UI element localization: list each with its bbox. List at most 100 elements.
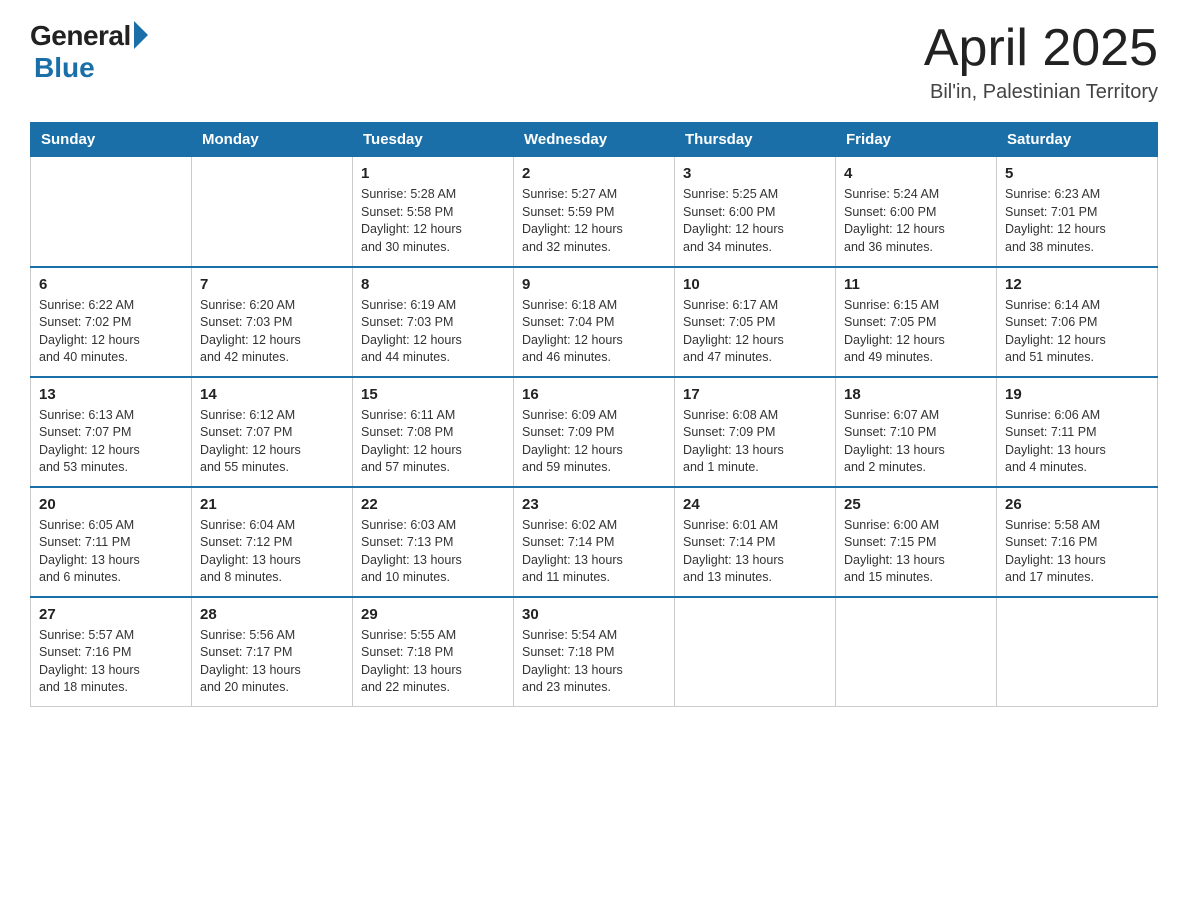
calendar-cell: 28Sunrise: 5:56 AM Sunset: 7:17 PM Dayli…	[192, 597, 353, 707]
calendar-table: SundayMondayTuesdayWednesdayThursdayFrid…	[30, 122, 1158, 707]
day-number: 1	[361, 163, 505, 184]
calendar-cell	[675, 597, 836, 707]
day-number: 7	[200, 274, 344, 295]
calendar-week-row: 20Sunrise: 6:05 AM Sunset: 7:11 PM Dayli…	[31, 487, 1158, 597]
day-info: Sunrise: 6:19 AM Sunset: 7:03 PM Dayligh…	[361, 297, 505, 367]
day-of-week-header: Sunday	[31, 123, 192, 157]
calendar-week-row: 6Sunrise: 6:22 AM Sunset: 7:02 PM Daylig…	[31, 267, 1158, 377]
day-of-week-header: Wednesday	[514, 123, 675, 157]
calendar-cell: 19Sunrise: 6:06 AM Sunset: 7:11 PM Dayli…	[997, 377, 1158, 487]
day-number: 2	[522, 163, 666, 184]
day-number: 19	[1005, 384, 1149, 405]
calendar-cell: 21Sunrise: 6:04 AM Sunset: 7:12 PM Dayli…	[192, 487, 353, 597]
calendar-cell: 17Sunrise: 6:08 AM Sunset: 7:09 PM Dayli…	[675, 377, 836, 487]
calendar-cell: 23Sunrise: 6:02 AM Sunset: 7:14 PM Dayli…	[514, 487, 675, 597]
title-block: April 2025 Bil'in, Palestinian Territory	[924, 20, 1158, 104]
day-number: 8	[361, 274, 505, 295]
day-of-week-header: Friday	[836, 123, 997, 157]
day-info: Sunrise: 6:05 AM Sunset: 7:11 PM Dayligh…	[39, 517, 183, 587]
logo-general-text: General	[30, 20, 131, 52]
calendar-cell	[997, 597, 1158, 707]
day-info: Sunrise: 6:20 AM Sunset: 7:03 PM Dayligh…	[200, 297, 344, 367]
day-number: 25	[844, 494, 988, 515]
day-info: Sunrise: 5:28 AM Sunset: 5:58 PM Dayligh…	[361, 186, 505, 256]
day-of-week-header: Tuesday	[353, 123, 514, 157]
calendar-cell: 6Sunrise: 6:22 AM Sunset: 7:02 PM Daylig…	[31, 267, 192, 377]
day-info: Sunrise: 5:24 AM Sunset: 6:00 PM Dayligh…	[844, 186, 988, 256]
day-number: 4	[844, 163, 988, 184]
calendar-cell: 10Sunrise: 6:17 AM Sunset: 7:05 PM Dayli…	[675, 267, 836, 377]
day-info: Sunrise: 5:25 AM Sunset: 6:00 PM Dayligh…	[683, 186, 827, 256]
day-number: 27	[39, 604, 183, 625]
day-of-week-header: Thursday	[675, 123, 836, 157]
day-info: Sunrise: 5:57 AM Sunset: 7:16 PM Dayligh…	[39, 627, 183, 697]
day-info: Sunrise: 6:15 AM Sunset: 7:05 PM Dayligh…	[844, 297, 988, 367]
calendar-header-row: SundayMondayTuesdayWednesdayThursdayFrid…	[31, 123, 1158, 157]
day-number: 11	[844, 274, 988, 295]
calendar-cell: 12Sunrise: 6:14 AM Sunset: 7:06 PM Dayli…	[997, 267, 1158, 377]
day-number: 9	[522, 274, 666, 295]
calendar-cell: 16Sunrise: 6:09 AM Sunset: 7:09 PM Dayli…	[514, 377, 675, 487]
day-number: 24	[683, 494, 827, 515]
calendar-cell: 20Sunrise: 6:05 AM Sunset: 7:11 PM Dayli…	[31, 487, 192, 597]
day-number: 10	[683, 274, 827, 295]
logo-triangle-icon	[134, 21, 148, 49]
day-number: 21	[200, 494, 344, 515]
calendar-cell: 18Sunrise: 6:07 AM Sunset: 7:10 PM Dayli…	[836, 377, 997, 487]
calendar-cell	[192, 157, 353, 267]
day-number: 16	[522, 384, 666, 405]
calendar-cell: 3Sunrise: 5:25 AM Sunset: 6:00 PM Daylig…	[675, 157, 836, 267]
day-of-week-header: Monday	[192, 123, 353, 157]
page-header: General Blue April 2025 Bil'in, Palestin…	[30, 20, 1158, 104]
day-info: Sunrise: 6:04 AM Sunset: 7:12 PM Dayligh…	[200, 517, 344, 587]
calendar-cell: 26Sunrise: 5:58 AM Sunset: 7:16 PM Dayli…	[997, 487, 1158, 597]
logo-blue-text: Blue	[34, 52, 95, 84]
day-number: 26	[1005, 494, 1149, 515]
calendar-week-row: 27Sunrise: 5:57 AM Sunset: 7:16 PM Dayli…	[31, 597, 1158, 707]
day-number: 12	[1005, 274, 1149, 295]
day-info: Sunrise: 6:22 AM Sunset: 7:02 PM Dayligh…	[39, 297, 183, 367]
calendar-cell: 5Sunrise: 6:23 AM Sunset: 7:01 PM Daylig…	[997, 157, 1158, 267]
day-info: Sunrise: 6:07 AM Sunset: 7:10 PM Dayligh…	[844, 407, 988, 477]
calendar-cell: 29Sunrise: 5:55 AM Sunset: 7:18 PM Dayli…	[353, 597, 514, 707]
day-number: 5	[1005, 163, 1149, 184]
day-info: Sunrise: 6:03 AM Sunset: 7:13 PM Dayligh…	[361, 517, 505, 587]
day-number: 14	[200, 384, 344, 405]
calendar-week-row: 1Sunrise: 5:28 AM Sunset: 5:58 PM Daylig…	[31, 157, 1158, 267]
calendar-cell: 15Sunrise: 6:11 AM Sunset: 7:08 PM Dayli…	[353, 377, 514, 487]
day-info: Sunrise: 6:12 AM Sunset: 7:07 PM Dayligh…	[200, 407, 344, 477]
day-info: Sunrise: 6:17 AM Sunset: 7:05 PM Dayligh…	[683, 297, 827, 367]
day-number: 13	[39, 384, 183, 405]
day-number: 29	[361, 604, 505, 625]
day-info: Sunrise: 5:56 AM Sunset: 7:17 PM Dayligh…	[200, 627, 344, 697]
calendar-cell	[836, 597, 997, 707]
day-of-week-header: Saturday	[997, 123, 1158, 157]
day-info: Sunrise: 6:23 AM Sunset: 7:01 PM Dayligh…	[1005, 186, 1149, 256]
day-info: Sunrise: 6:09 AM Sunset: 7:09 PM Dayligh…	[522, 407, 666, 477]
calendar-cell: 2Sunrise: 5:27 AM Sunset: 5:59 PM Daylig…	[514, 157, 675, 267]
day-info: Sunrise: 5:27 AM Sunset: 5:59 PM Dayligh…	[522, 186, 666, 256]
calendar-cell: 11Sunrise: 6:15 AM Sunset: 7:05 PM Dayli…	[836, 267, 997, 377]
day-info: Sunrise: 6:14 AM Sunset: 7:06 PM Dayligh…	[1005, 297, 1149, 367]
calendar-cell: 1Sunrise: 5:28 AM Sunset: 5:58 PM Daylig…	[353, 157, 514, 267]
calendar-cell: 9Sunrise: 6:18 AM Sunset: 7:04 PM Daylig…	[514, 267, 675, 377]
calendar-cell: 27Sunrise: 5:57 AM Sunset: 7:16 PM Dayli…	[31, 597, 192, 707]
day-number: 22	[361, 494, 505, 515]
day-number: 3	[683, 163, 827, 184]
day-number: 30	[522, 604, 666, 625]
day-info: Sunrise: 6:18 AM Sunset: 7:04 PM Dayligh…	[522, 297, 666, 367]
calendar-cell: 22Sunrise: 6:03 AM Sunset: 7:13 PM Dayli…	[353, 487, 514, 597]
day-number: 15	[361, 384, 505, 405]
calendar-cell: 4Sunrise: 5:24 AM Sunset: 6:00 PM Daylig…	[836, 157, 997, 267]
calendar-cell: 25Sunrise: 6:00 AM Sunset: 7:15 PM Dayli…	[836, 487, 997, 597]
month-year-title: April 2025	[924, 20, 1158, 77]
day-info: Sunrise: 5:54 AM Sunset: 7:18 PM Dayligh…	[522, 627, 666, 697]
day-info: Sunrise: 5:58 AM Sunset: 7:16 PM Dayligh…	[1005, 517, 1149, 587]
calendar-cell: 8Sunrise: 6:19 AM Sunset: 7:03 PM Daylig…	[353, 267, 514, 377]
calendar-cell: 14Sunrise: 6:12 AM Sunset: 7:07 PM Dayli…	[192, 377, 353, 487]
day-info: Sunrise: 6:02 AM Sunset: 7:14 PM Dayligh…	[522, 517, 666, 587]
location-subtitle: Bil'in, Palestinian Territory	[924, 81, 1158, 104]
day-info: Sunrise: 5:55 AM Sunset: 7:18 PM Dayligh…	[361, 627, 505, 697]
day-info: Sunrise: 6:11 AM Sunset: 7:08 PM Dayligh…	[361, 407, 505, 477]
day-number: 20	[39, 494, 183, 515]
